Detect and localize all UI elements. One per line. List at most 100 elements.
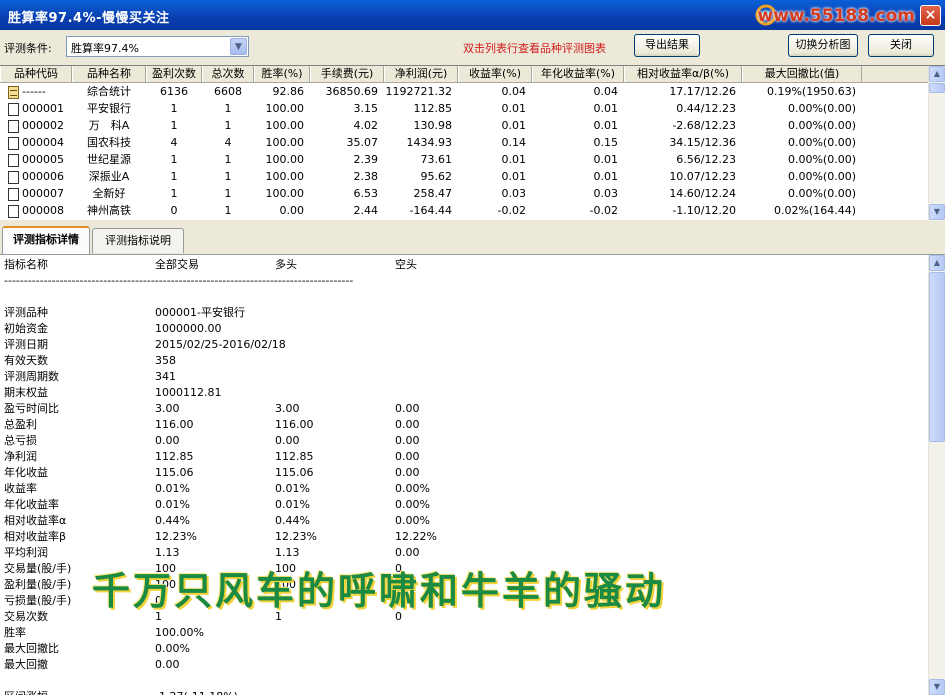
- export-button[interactable]: 导出结果: [634, 34, 700, 57]
- table-row[interactable]: 000005 世纪星源 1 1 100.00 2.39 73.61 0.01 0.01 6.56/…: [0, 152, 928, 169]
- column-header[interactable]: 盈利次数: [146, 66, 202, 82]
- cell-rel: 17.17/12.26: [669, 85, 736, 98]
- cell-total: 1: [224, 187, 232, 200]
- metric-row: 评测周期数 341: [0, 369, 928, 385]
- metric-value: 112.85: [275, 450, 314, 463]
- cell-ret: 0.04: [501, 85, 527, 98]
- cell-ret: 0.01: [501, 170, 527, 183]
- metric-value: 341: [155, 370, 176, 383]
- metric-name: 评测周期数: [4, 370, 59, 383]
- cell-profit: -164.44: [409, 204, 452, 217]
- metric-value: 1.13: [275, 546, 300, 559]
- column-header[interactable]: 净利润(元): [384, 66, 458, 82]
- title-bar: 胜算率97.4%-慢慢买关注 www.55188.com ×: [0, 0, 945, 30]
- cell-dd: 0.00%(0.00): [787, 136, 856, 149]
- window-close-button[interactable]: ×: [920, 5, 941, 26]
- table-row[interactable]: 000002 万 科A 1 1 100.00 4.02 130.98 0.01 0.01 -2.6…: [0, 118, 928, 135]
- scroll-down-icon[interactable]: ▼: [929, 679, 945, 695]
- metric-value: 0.00: [395, 402, 420, 415]
- metric-value: 116.00: [275, 418, 314, 431]
- cell-code: 000002: [22, 119, 64, 132]
- metric-value: 12.22%: [395, 530, 437, 543]
- tab-metric-explanation[interactable]: 评测指标说明: [92, 228, 184, 253]
- cell-ret: 0.01: [501, 102, 527, 115]
- condition-select[interactable]: 胜算率97.4% ▼: [66, 36, 249, 57]
- metric-header-row: 指标名称 全部交易 多头 空头: [0, 257, 928, 273]
- cell-name: 综合统计: [87, 85, 131, 98]
- column-header[interactable]: 手续费(元): [310, 66, 384, 82]
- metric-value: 1000112.81: [155, 386, 222, 399]
- column-header[interactable]: 总次数: [202, 66, 254, 82]
- column-header[interactable]: 相对收益率α/β(%): [624, 66, 742, 82]
- document-icon: [8, 137, 19, 150]
- metric-value: 0.01%: [155, 482, 190, 495]
- metric-row: 收益率 0.01% 0.01% 0.00%: [0, 481, 928, 497]
- column-header[interactable]: 胜率(%): [254, 66, 310, 82]
- cell-dd: 0.02%(164.44): [773, 204, 856, 217]
- metric-name: 收益率: [4, 482, 37, 495]
- cell-dd: 0.00%(0.00): [787, 102, 856, 115]
- table-row[interactable]: 000007 全新好 1 1 100.00 6.53 258.47 0.03 0.03 14.60…: [0, 186, 928, 203]
- metric-name: 指标名称: [4, 258, 48, 271]
- column-header[interactable]: 收益率(%): [458, 66, 532, 82]
- table-row[interactable]: 000008 神州高铁 0 1 0.00 2.44 -164.44 -0.02 -0.02 -1.…: [0, 203, 928, 220]
- metric-value: 3.00: [275, 402, 300, 415]
- cell-rel: 14.60/12.24: [669, 187, 736, 200]
- cell-rel: 10.07/12.23: [669, 170, 736, 183]
- detail-scrollbar[interactable]: ▲ ▼: [928, 255, 945, 695]
- watermark-text: 千万只风车的呼啸和牛羊的骚动: [92, 568, 667, 613]
- cell-profit: 1192721.32: [385, 85, 452, 98]
- column-header[interactable]: 年化收益率(%): [532, 66, 624, 82]
- cell-rel: 6.56/12.23: [676, 153, 736, 166]
- detail-scroll-thumb[interactable]: [929, 272, 945, 442]
- metric-value: 空头: [395, 258, 417, 271]
- chevron-down-icon[interactable]: ▼: [230, 38, 247, 55]
- metric-value: 0.00: [275, 434, 300, 447]
- metric-row: 区间涨幅 -1.27(-11.18%): [0, 689, 928, 695]
- table-scroll-thumb[interactable]: [929, 83, 945, 93]
- metric-value: 2015/02/25-2016/02/18: [155, 338, 286, 351]
- cell-win: 1: [170, 102, 178, 115]
- metric-value: 全部交易: [155, 258, 199, 271]
- cell-profit: 258.47: [413, 187, 453, 200]
- scroll-up-icon[interactable]: ▲: [929, 66, 945, 82]
- column-header[interactable]: 品种代码: [0, 66, 72, 82]
- cell-profit: 1434.93: [406, 136, 453, 149]
- metric-value: 0.00%: [395, 482, 430, 495]
- cell-ret: 0.01: [501, 119, 527, 132]
- metric-value: 0.00%: [395, 498, 430, 511]
- metric-value: 12.23%: [155, 530, 197, 543]
- cell-fee: 2.38: [353, 170, 379, 183]
- metric-row: 最大回撤 0.00: [0, 657, 928, 673]
- cell-profit: 73.61: [420, 153, 453, 166]
- metric-name: 交易次数: [4, 610, 48, 623]
- table-scrollbar[interactable]: ▲ ▼: [928, 66, 945, 221]
- cell-ret: -0.02: [497, 204, 526, 217]
- cell-dd: 0.00%(0.00): [787, 119, 856, 132]
- switch-chart-button[interactable]: 切换分析图: [788, 34, 858, 57]
- cell-rel: 34.15/12.36: [669, 136, 736, 149]
- tab-metric-details[interactable]: 评测指标详情: [2, 226, 90, 254]
- table-row-summary[interactable]: ------ 综合统计 6136 6608 92.86 36850.69 1192721.3…: [0, 84, 928, 101]
- metric-value: 0.01%: [155, 498, 190, 511]
- cell-name: 国农科技: [87, 136, 131, 149]
- scroll-up-icon[interactable]: ▲: [929, 255, 945, 271]
- metric-value: 0.00%: [395, 514, 430, 527]
- metric-name: 相对收益率α: [4, 514, 67, 527]
- metric-row: 盈亏时间比 3.00 3.00 0.00: [0, 401, 928, 417]
- column-header[interactable]: 品种名称: [72, 66, 146, 82]
- scroll-down-icon[interactable]: ▼: [929, 204, 945, 220]
- document-icon: [8, 120, 19, 133]
- result-table: 品种代码 品种名称 盈利次数 总次数 胜率(%) 手续费(元) 净利润(元) 收益率(%) 年化…: [0, 65, 945, 221]
- column-header[interactable]: 最大回撤比(值): [742, 66, 862, 82]
- close-button[interactable]: 关闭: [868, 34, 934, 57]
- cell-dd: 0.19%(1950.63): [766, 85, 856, 98]
- metric-value: 000001-平安银行: [155, 306, 245, 319]
- table-row[interactable]: 000004 国农科技 4 4 100.00 35.07 1434.93 0.14 0.15 34…: [0, 135, 928, 152]
- metric-name: 亏损量(股/手): [4, 594, 72, 607]
- cell-total: 1: [224, 153, 232, 166]
- cell-code: ------: [22, 85, 46, 98]
- table-row[interactable]: 000001 平安银行 1 1 100.00 3.15 112.85 0.01 0.01 0.44…: [0, 101, 928, 118]
- metric-name: 最大回撤: [4, 658, 48, 671]
- table-row[interactable]: 000006 深振业A 1 1 100.00 2.38 95.62 0.01 0.01 10.07…: [0, 169, 928, 186]
